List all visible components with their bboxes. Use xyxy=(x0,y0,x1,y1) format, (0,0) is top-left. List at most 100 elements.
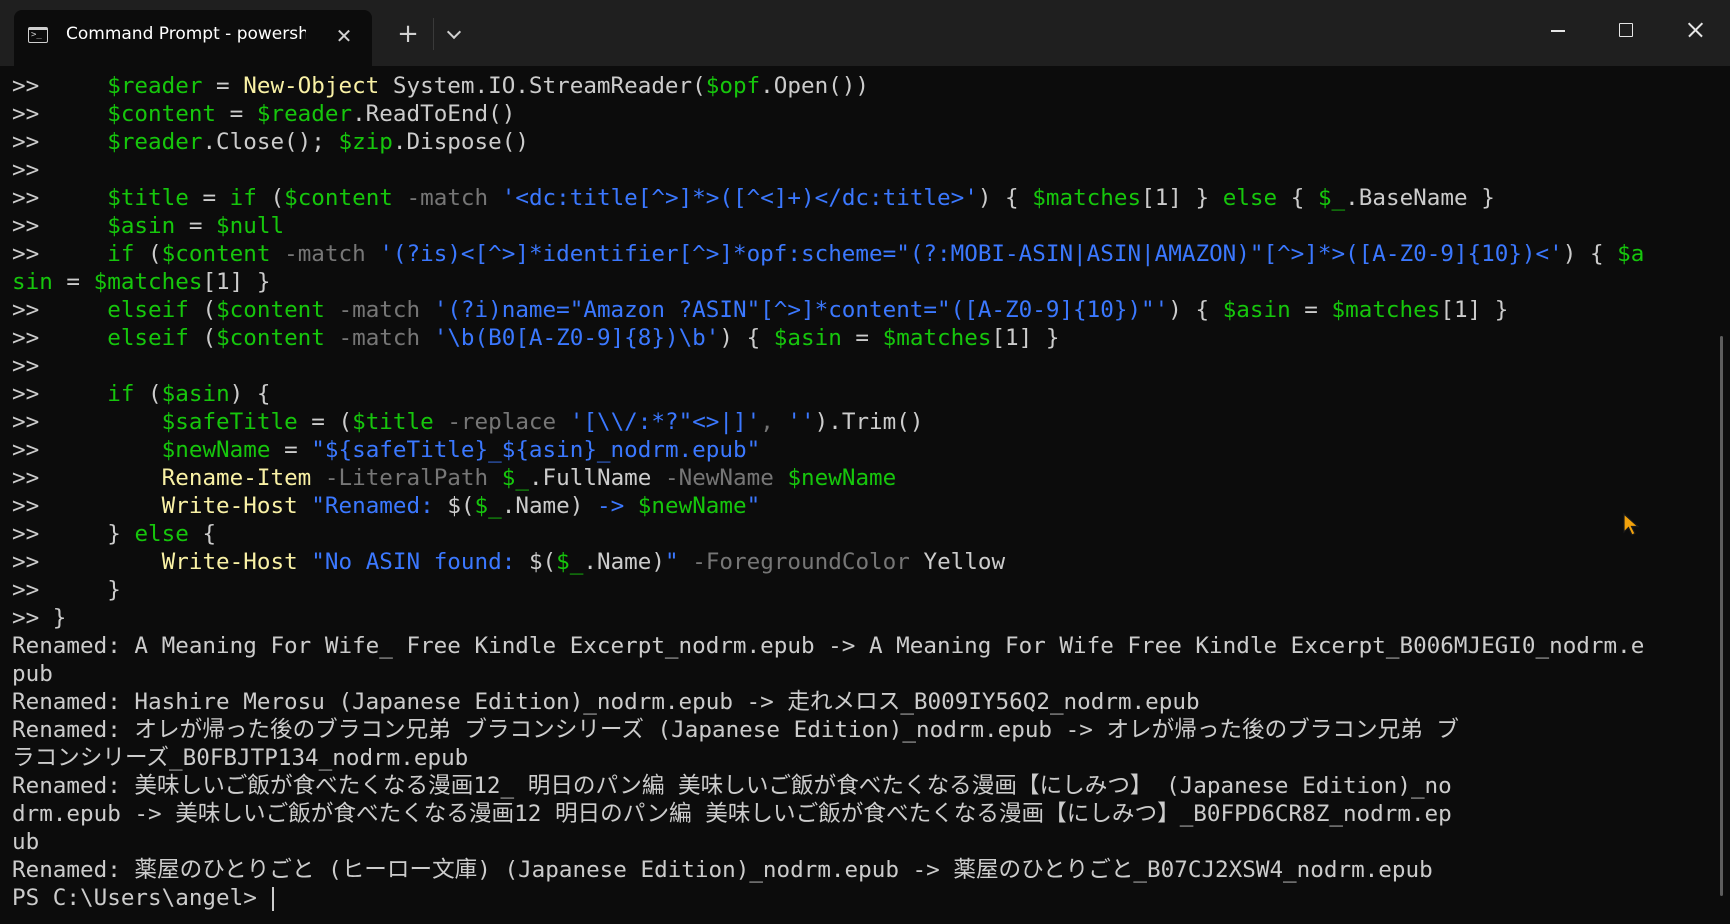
terminal-line: >> Rename-Item -LiteralPath $_.FullName … xyxy=(12,464,1702,492)
terminal-text: >> xyxy=(12,353,40,379)
scrollbar[interactable] xyxy=(1720,336,1723,896)
terminal-text: $newName xyxy=(637,493,747,519)
new-tab-button[interactable]: + xyxy=(392,18,424,50)
terminal-line: >> $title = if ($content -match '<dc:tit… xyxy=(12,184,1702,212)
terminal-text: Renamed: オレが帰った後のブラコン兄弟 ブラコンシリーズ (Japane… xyxy=(12,717,1459,743)
chevron-down-icon[interactable] xyxy=(440,20,468,48)
terminal-text: >> } xyxy=(12,577,121,603)
terminal-text: if xyxy=(107,241,135,267)
terminal-text: .FullName xyxy=(528,465,652,491)
terminal-text: '<dc:title[^>]*>([^<]+)</dc:title>' xyxy=(501,185,978,211)
terminal-text: >> xyxy=(12,437,162,463)
terminal-line: >> $content = $reader.ReadToEnd() xyxy=(12,100,1702,128)
tab-close-icon[interactable]: ✕ xyxy=(330,22,358,50)
terminal-text: pub xyxy=(12,661,53,687)
terminal-text: $content xyxy=(216,325,325,351)
terminal-text: -match xyxy=(270,241,366,267)
terminal-text: $title xyxy=(107,185,189,211)
terminal-text: if xyxy=(107,381,135,407)
terminal-text: ) { xyxy=(1562,241,1618,267)
close-window-button[interactable] xyxy=(1660,0,1728,60)
terminal-text: New-Object xyxy=(243,73,380,99)
terminal-text: .Close(); xyxy=(202,129,339,155)
terminal-text: $content xyxy=(216,297,325,323)
terminal-text: , xyxy=(760,409,774,435)
terminal-text: = xyxy=(1290,297,1332,323)
terminal-text: System.IO.StreamReader( xyxy=(379,73,706,99)
terminal-text: $a xyxy=(1617,241,1645,267)
tab-command-prompt[interactable]: >_ Command Prompt - powersh ✕ xyxy=(14,10,372,66)
terminal-line: sin = $matches[1] } xyxy=(12,268,1702,296)
terminal-text: $matches xyxy=(882,325,992,351)
title-bar: >_ Command Prompt - powersh ✕ + xyxy=(0,0,1730,66)
terminal-text: $asin xyxy=(161,381,230,407)
terminal-text: = xyxy=(841,325,883,351)
terminal-text: >> xyxy=(12,381,108,407)
terminal-text: '' xyxy=(787,409,815,435)
terminal-text: ) { xyxy=(1168,297,1223,323)
terminal-line: >> if ($asin) { xyxy=(12,380,1702,408)
terminal-text: ( xyxy=(134,381,162,407)
terminal-text: -ForegroundColor xyxy=(678,549,910,575)
terminal-text: = xyxy=(202,73,244,99)
terminal-text: $asin xyxy=(773,325,842,351)
terminal-line: Renamed: 美味しいご飯が食べたくなる漫画12_ 明日のパン編 美味しいご… xyxy=(12,772,1702,800)
tab-separator xyxy=(433,18,434,50)
terminal-line: >> } xyxy=(12,576,1702,604)
terminal-text: ラコンシリーズ_B0FBJTP134_nodrm.epub xyxy=(12,745,469,771)
terminal-text: else xyxy=(1222,185,1278,211)
terminal-line: >> elseif ($content -match '(?i)name="Am… xyxy=(12,296,1702,324)
terminal-text: drm.epub -> 美味しいご飯が食べたくなる漫画12 明日のパン編 美味し… xyxy=(12,801,1452,827)
terminal-text: Yellow xyxy=(909,549,1006,575)
terminal-text: [1] } xyxy=(1141,185,1223,211)
terminal-line: >> } xyxy=(12,604,1702,632)
terminal-text: Write-Host xyxy=(161,493,298,519)
terminal-text: = xyxy=(175,213,217,239)
terminal-text: >> xyxy=(12,101,108,127)
terminal-text: $null xyxy=(216,213,285,239)
terminal-text: >> xyxy=(12,549,162,575)
terminal-text: >> xyxy=(12,129,108,155)
terminal-text: $reader xyxy=(256,101,353,127)
terminal-text: = xyxy=(216,101,257,127)
terminal-text: "${safeTitle}_${asin}_nodrm.epub" xyxy=(311,437,761,463)
terminal-line: >> $safeTitle = ($title -replace '[\\/:*… xyxy=(12,408,1702,436)
terminal-text: $asin xyxy=(107,213,176,239)
terminal-text: -replace xyxy=(433,409,557,435)
terminal-icon: >_ xyxy=(28,27,48,43)
terminal-text: [1] } xyxy=(991,325,1060,351)
minimize-button[interactable] xyxy=(1524,0,1592,60)
terminal-line: >> $reader = New-Object System.IO.Stream… xyxy=(12,72,1702,100)
terminal-text: -match xyxy=(324,297,421,323)
terminal-text: ) { xyxy=(229,381,271,407)
terminal-text: ) { xyxy=(719,325,774,351)
terminal-line: Renamed: 薬屋のひとりごと (ヒーロー文庫) (Japanese Edi… xyxy=(12,856,1702,884)
terminal-text: [1] } xyxy=(1440,297,1509,323)
terminal-text: >> } xyxy=(12,605,67,631)
terminal-text: $matches xyxy=(1331,297,1441,323)
terminal-text: $_ xyxy=(1317,185,1346,211)
terminal-line: Renamed: オレが帰った後のブラコン兄弟 ブラコンシリーズ (Japane… xyxy=(12,716,1702,744)
terminal-text: elseif xyxy=(107,325,189,351)
terminal-output[interactable]: >> $reader = New-Object System.IO.Stream… xyxy=(12,72,1702,918)
terminal-line: >> } else { xyxy=(12,520,1702,548)
terminal-line: ラコンシリーズ_B0FBJTP134_nodrm.epub xyxy=(12,744,1702,772)
terminal-text: $newName xyxy=(787,465,897,491)
terminal-text: >> xyxy=(12,73,108,99)
terminal-text: { xyxy=(188,521,217,547)
terminal-text: >> xyxy=(12,241,108,267)
terminal-text: $newName xyxy=(161,437,271,463)
terminal-text: $_ xyxy=(501,465,529,491)
terminal-text: " xyxy=(665,549,679,575)
terminal-text: sin xyxy=(12,269,53,295)
terminal-text: $content xyxy=(284,185,393,211)
terminal-text: $content xyxy=(161,241,271,267)
terminal-text: >> xyxy=(12,325,108,351)
terminal-text: '(?is)<[^>]*identifier[^>]*opf:scheme="(… xyxy=(379,241,1563,267)
terminal-line: Renamed: Hashire Merosu (Japanese Editio… xyxy=(12,688,1702,716)
maximize-button[interactable] xyxy=(1592,0,1660,60)
